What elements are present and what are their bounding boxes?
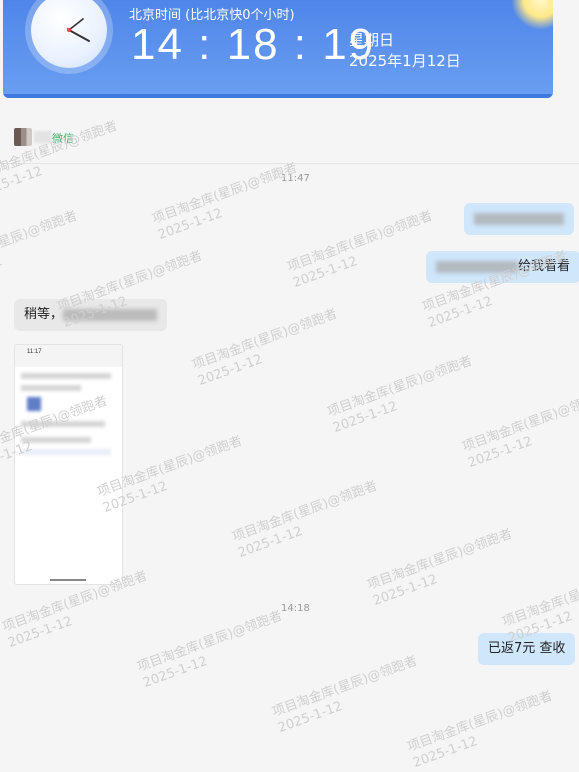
chat-contact-header[interactable]: 微信	[0, 100, 579, 164]
thumbnail-gesture-bar	[50, 579, 86, 581]
thumbnail-status-bar: 11:17	[15, 345, 122, 367]
watermark: 项目淘金库(星辰)@领跑者 2025-1-12	[230, 478, 380, 562]
watermark: 项目淘金库(星辰)@领跑者 2025-1-12	[405, 688, 555, 772]
screenshot-image-message[interactable]: 11:17	[14, 344, 123, 585]
analog-clock-icon	[31, 0, 107, 68]
message-text: 已返7元 查收	[488, 641, 566, 656]
thumbnail-row	[21, 385, 81, 391]
weekday-label: 星期日	[349, 31, 395, 49]
date-label: 2025年1月12日	[349, 52, 461, 70]
message-bubble-sent[interactable]: 已返7元 查收	[478, 633, 576, 665]
banner-bottom-bar	[3, 94, 553, 98]
thumbnail-tile	[27, 397, 41, 411]
digital-time: 14 : 18 : 19	[131, 20, 376, 69]
thumbnail-row	[21, 449, 111, 455]
contact-source-label: 微信	[52, 132, 74, 145]
thumbnail-row	[21, 437, 91, 443]
watermark: 项目淘金库(星辰)@领跑者 2025-1-12	[325, 353, 475, 437]
chat-window: 微信 11:47 给我看看 稍等， 11:17 14:18 已返7元 查收 项目…	[0, 100, 579, 771]
message-text: 给我看看	[518, 259, 571, 274]
thumbnail-row	[21, 421, 105, 427]
watermark: 项目淘金库(星辰)@领跑者 2025-1-12	[285, 208, 435, 292]
message-bubble-sent[interactable]: 给我看看	[426, 251, 579, 283]
message-bubble-sent[interactable]	[464, 203, 574, 235]
watermark: 项目淘金库(星辰)@领跑者 2025-1-12	[365, 526, 515, 610]
watermark: 项目淘金库(星辰)@领跑者 2025-1-12	[190, 306, 340, 390]
message-timestamp: 14:18	[281, 603, 310, 614]
redacted-text	[474, 212, 564, 225]
thumbnail-row	[21, 373, 111, 379]
message-text: 稍等，	[24, 307, 64, 322]
watermark: 项目淘金库(星辰)@领跑者 2025-1-12	[135, 608, 285, 692]
redacted-text	[63, 308, 158, 321]
thumbnail-time: 11:17	[27, 349, 42, 355]
message-bubble-received[interactable]: 稍等，	[14, 299, 168, 331]
message-timestamp: 11:47	[281, 173, 310, 184]
sun-decoration-icon	[511, 0, 553, 30]
world-clock-banner: 北京时间 (比北京快0个小时) 14 : 18 : 19 星期日 2025年1月…	[3, 0, 553, 98]
watermark: 项目淘金库(星辰)@领跑者 2025-1-12	[460, 388, 579, 472]
watermark: 项目淘金库(星辰)@领跑者 2025-1-12	[0, 208, 80, 292]
watermark: 项目淘金库(星辰)@领跑者 2025-1-12	[270, 653, 420, 737]
contact-name-redacted	[34, 131, 52, 143]
redacted-text	[436, 260, 518, 273]
contact-avatar[interactable]	[14, 128, 32, 146]
